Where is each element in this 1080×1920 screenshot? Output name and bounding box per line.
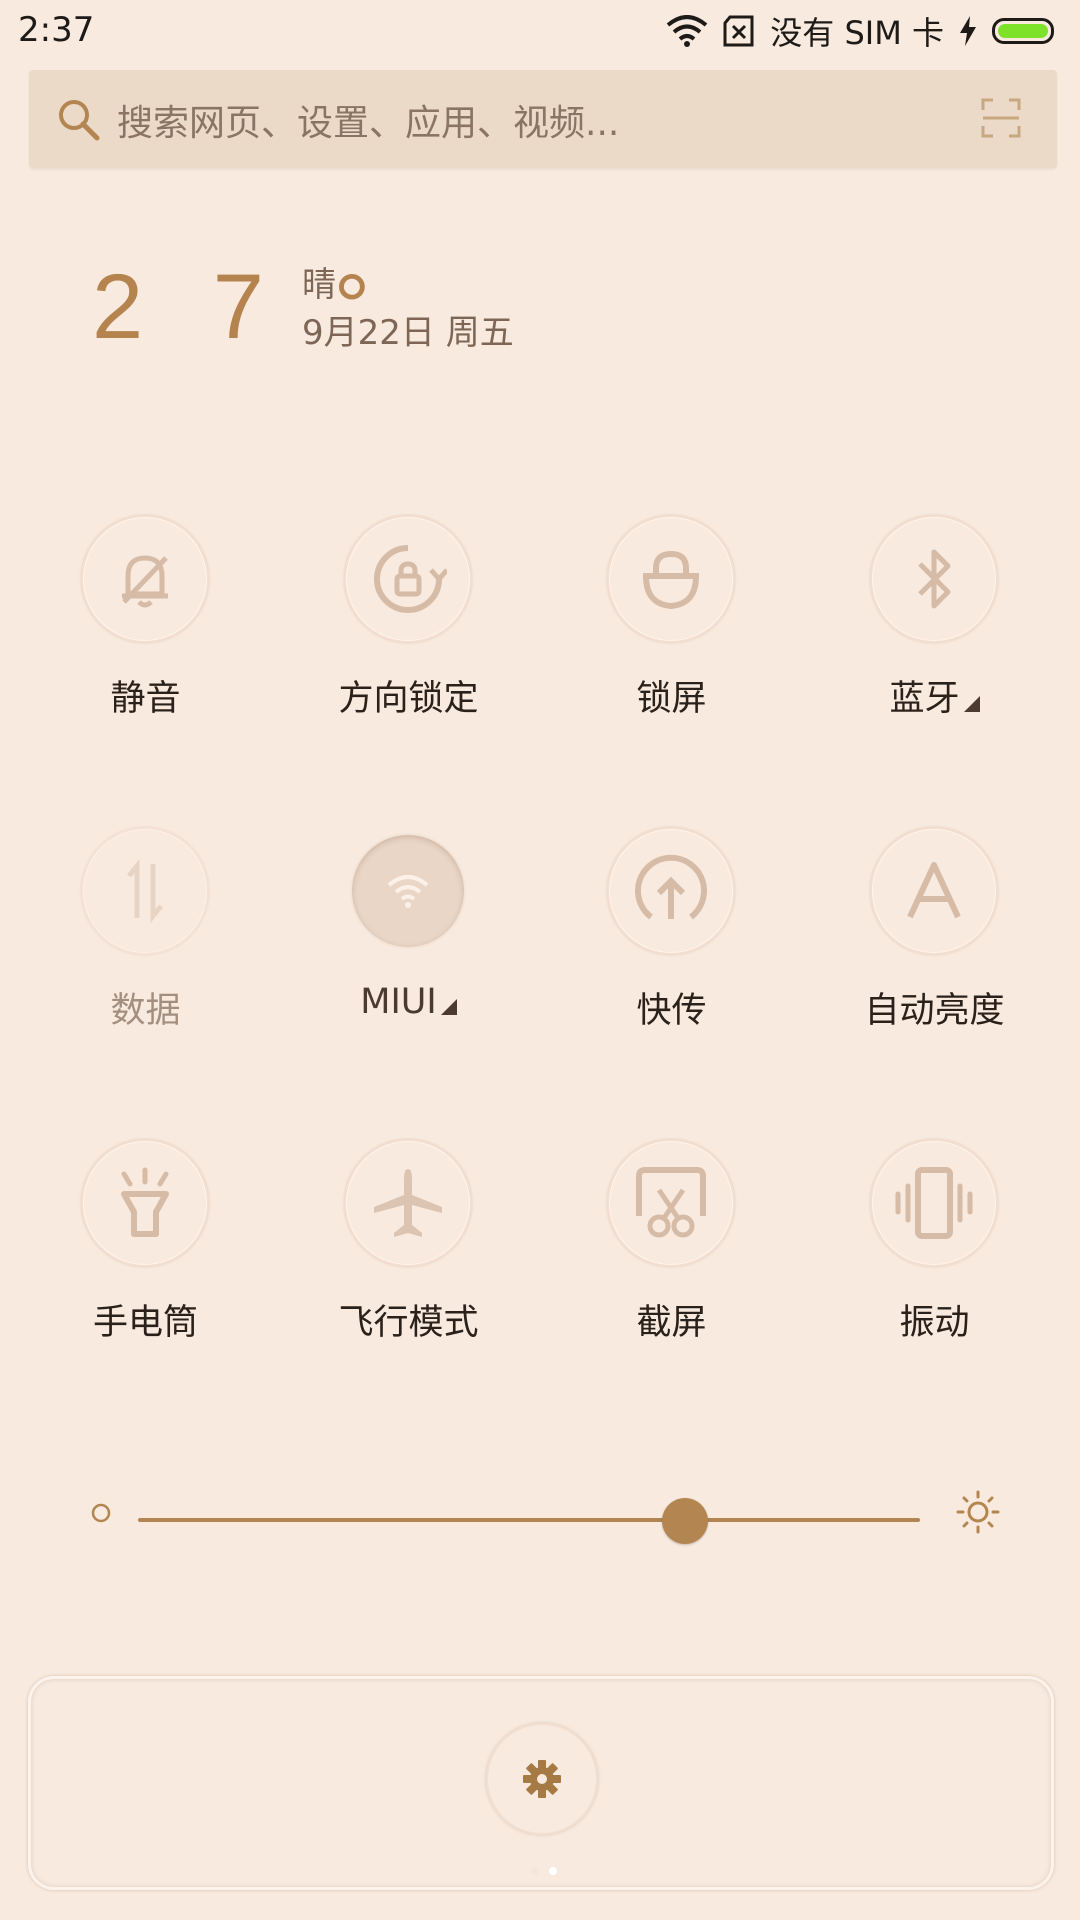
bluetooth-icon [918, 549, 951, 609]
toggle-rotation-lock-button[interactable] [344, 515, 472, 643]
search-placeholder: 搜索网页、设置、应用、视频... [117, 103, 620, 144]
toggle-airplane-button[interactable] [344, 1139, 472, 1267]
toggle-screenshot-label: 截屏 [636, 1303, 707, 1343]
airplane-icon [374, 1169, 442, 1237]
toggle-auto-brightness-label: 自动亮度 [864, 991, 1005, 1031]
toggle-screenshot[interactable]: 截屏 [540, 1124, 803, 1364]
toggle-mobile-data[interactable]: 数据 [14, 812, 277, 1052]
toggle-auto-brightness[interactable]: 自动亮度 [803, 812, 1066, 1052]
brightness-low-icon [91, 1503, 111, 1523]
toggle-quick-transfer-label: 快传 [636, 991, 707, 1031]
toggle-wifi-label: MIUI [277, 982, 540, 1022]
toggle-lock-screen-button[interactable] [607, 515, 735, 643]
battery-fill [998, 24, 1048, 38]
bell-off-icon [122, 555, 168, 608]
toggle-mobile-data-button[interactable] [81, 827, 209, 955]
dock [28, 1676, 1054, 1890]
toggle-quick-transfer-button[interactable] [607, 827, 735, 955]
charging-icon [960, 16, 976, 46]
toggle-vibrate-button[interactable] [870, 1139, 998, 1267]
rotation-lock-icon [374, 545, 447, 613]
carrier-label: 没有 SIM 卡 [770, 14, 944, 52]
brightness-slider[interactable] [90, 1490, 1000, 1550]
brightness-high-icon [956, 1490, 1000, 1534]
toggle-flashlight[interactable]: 手电筒 [14, 1124, 277, 1364]
wifi-icon [387, 875, 429, 908]
toggle-mute[interactable]: 静音 [14, 500, 277, 740]
toggle-wifi-button[interactable] [350, 833, 466, 949]
toggle-mute-button[interactable] [81, 515, 209, 643]
toggle-rotation-lock-label: 方向锁定 [338, 679, 479, 719]
no-sim-icon [723, 15, 754, 47]
toggle-lock-screen[interactable]: 锁屏 [540, 500, 803, 740]
toggle-screenshot-button[interactable] [607, 1139, 735, 1267]
search-icon [59, 100, 100, 141]
screenshot-icon [636, 1167, 706, 1238]
page-indicator [531, 1867, 557, 1875]
toggle-vibrate-label: 振动 [899, 1303, 970, 1343]
search-bar[interactable]: 搜索网页、设置、应用、视频... [29, 70, 1057, 168]
status-icons: 没有 SIM 卡 [666, 8, 1054, 54]
toggle-rotation-lock[interactable]: 方向锁定 [277, 500, 540, 740]
status-bar: 2:37 没有 SIM 卡 [0, 0, 1080, 62]
toggle-wifi[interactable]: MIUI [277, 812, 540, 1052]
toggle-quick-transfer[interactable]: 快传 [540, 812, 803, 1052]
page-dot-active [549, 1867, 557, 1875]
toggle-mobile-data-label: 数据 [110, 991, 181, 1031]
scan-icon[interactable] [981, 98, 1021, 138]
battery-icon [992, 18, 1054, 44]
expand-arrow-icon [963, 696, 980, 712]
weather-condition: 晴 [302, 265, 336, 305]
toggle-flashlight-label: 手电筒 [92, 1303, 198, 1343]
toggle-bluetooth-label: 蓝牙 [803, 670, 1066, 721]
gear-icon [523, 1760, 561, 1798]
toggle-airplane-label: 飞行模式 [338, 1303, 479, 1343]
weather-widget[interactable]: 2 7 ° 晴 9月22日 周五 [92, 255, 692, 375]
wifi-signal-icon [666, 15, 708, 47]
settings-button[interactable] [486, 1723, 598, 1835]
page-dot [531, 1867, 539, 1875]
mobile-data-icon [127, 858, 163, 924]
weather-date: 9月22日 周五 [302, 313, 514, 353]
toggle-auto-brightness-button[interactable] [870, 827, 998, 955]
flashlight-icon [121, 1167, 169, 1237]
toggle-airplane[interactable]: 飞行模式 [277, 1124, 540, 1364]
toggle-bluetooth[interactable]: 蓝牙 [803, 500, 1066, 740]
vibrate-icon [895, 1167, 973, 1239]
toggle-mute-label: 静音 [110, 679, 181, 719]
brightness-thumb[interactable] [662, 1498, 709, 1544]
toggle-bluetooth-button[interactable] [870, 515, 998, 643]
status-time: 2:37 [18, 10, 95, 50]
auto-brightness-icon [907, 862, 961, 919]
toggle-flashlight-button[interactable] [81, 1139, 209, 1267]
toggle-lock-screen-label: 锁屏 [636, 679, 707, 719]
quick-transfer-icon [635, 854, 707, 920]
toggle-vibrate[interactable]: 振动 [803, 1124, 1066, 1364]
brightness-track[interactable] [138, 1518, 920, 1522]
lock-icon [642, 550, 700, 610]
expand-arrow-icon [440, 999, 457, 1015]
